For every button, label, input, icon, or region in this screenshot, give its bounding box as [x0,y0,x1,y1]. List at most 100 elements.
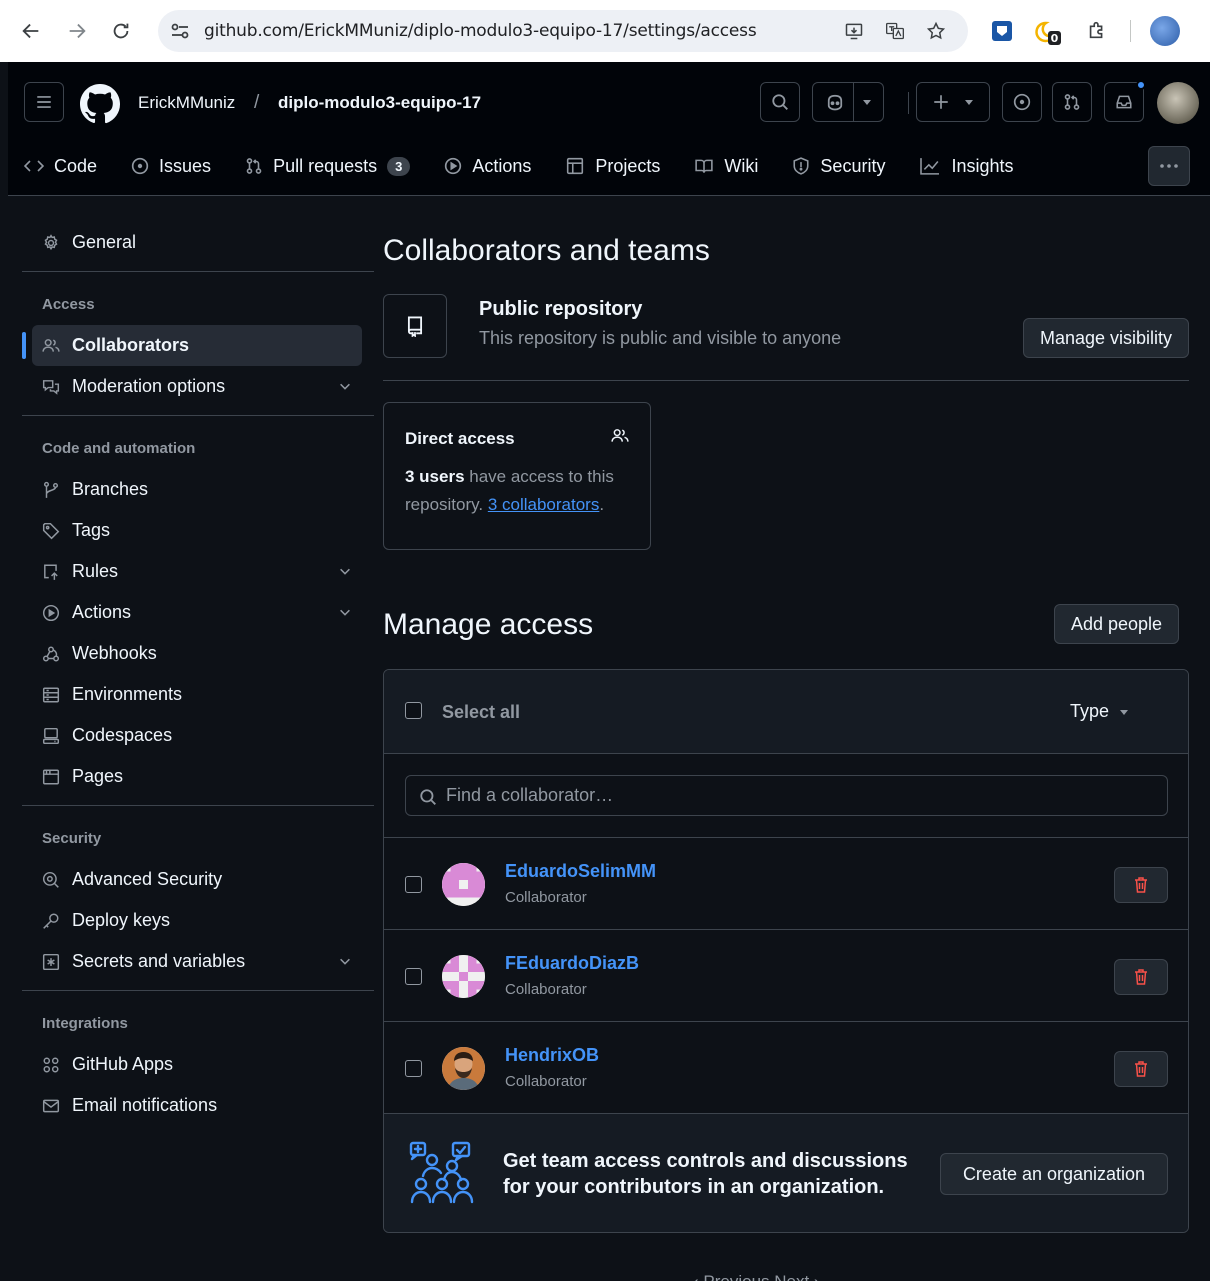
collaborator-search[interactable] [405,775,1168,816]
sidebar-item-pages[interactable]: Pages [22,756,374,797]
sidebar-item-advanced-security[interactable]: Advanced Security [22,859,374,900]
remove-collaborator-button[interactable] [1114,1051,1168,1087]
type-filter-dropdown[interactable]: Type [1070,701,1129,722]
manage-visibility-button[interactable]: Manage visibility [1023,318,1189,358]
translate-icon[interactable] [884,21,906,41]
caret-down-icon[interactable] [862,97,872,107]
tab-code[interactable]: Code [24,148,97,184]
sidebar-item-deploy-keys[interactable]: Deploy keys [22,900,374,941]
sidebar-item-collaborators[interactable]: Collaborators [22,325,362,366]
sidebar-item-moderation[interactable]: Moderation options [22,366,374,407]
github-logo-icon[interactable] [80,84,120,124]
people-icon [610,427,630,445]
tab-security[interactable]: Security [792,148,885,184]
collaborator-name-link[interactable]: EduardoSelimMM [505,861,656,882]
collaborator-name-link[interactable]: HendrixOB [505,1045,599,1066]
collaborator-avatar[interactable] [442,1047,485,1090]
path-separator: / [254,92,260,113]
back-icon[interactable] [20,20,42,42]
collaborator-checkbox[interactable] [405,876,422,893]
collaborators-link[interactable]: 3 collaborators [488,495,600,514]
repo-push-icon [44,564,58,580]
bookmark-star-icon[interactable] [926,21,946,41]
sidebar-heading-access: Access [42,296,95,313]
add-people-button[interactable]: Add people [1054,604,1179,644]
codespaces-icon [42,727,60,744]
tab-label: Insights [951,155,1014,176]
sidebar-item-label: Environments [72,684,183,704]
trash-icon [1135,1061,1147,1077]
collaborator-checkbox[interactable] [405,1060,422,1077]
organization-upsell: Get team access controls and discussions… [384,1114,1188,1232]
sidebar-item-environments[interactable]: Environments [22,674,374,715]
tab-projects[interactable]: Projects [565,148,660,184]
sidebar-divider [22,805,374,806]
tab-issues[interactable]: Issues [131,148,211,184]
sidebar-item-branches[interactable]: Branches [22,469,374,510]
sidebar-item-codespaces[interactable]: Codespaces [22,715,374,756]
github-header: ErickMMuniz / diplo-modulo3-equipo-17 Co… [8,62,1210,196]
sidebar-item-label: Codespaces [72,725,173,745]
tab-insights[interactable]: Insights [919,148,1014,184]
search-row [384,754,1188,838]
sidebar-item-webhooks[interactable]: Webhooks [22,633,374,674]
remove-collaborator-button[interactable] [1114,959,1168,995]
reload-icon[interactable] [110,20,132,42]
tab-label: Code [54,155,98,176]
sidebar-item-github-apps[interactable]: GitHub Apps [22,1044,374,1085]
tab-label: Actions [472,155,532,176]
sidebar-item-email-notifications[interactable]: Email notifications [22,1085,374,1126]
settings-sidebar: General Access Collaborators Moderation … [22,222,374,1126]
tab-actions[interactable]: Actions [444,148,531,184]
header-separator [908,92,909,114]
create-organization-button[interactable]: Create an organization [940,1153,1168,1195]
tab-pull-requests[interactable]: Pull requests 3 [245,148,411,184]
mail-icon [42,1099,60,1112]
visibility-title: Public repository [479,298,643,320]
extensions-puzzle-icon[interactable] [1086,19,1108,41]
remove-collaborator-button[interactable] [1114,867,1168,903]
pull-request-icon [246,158,262,174]
site-settings-icon[interactable] [170,22,190,40]
address-bar[interactable]: github.com/ErickMMuniz/diplo-modulo3-equ… [158,10,968,52]
pull-requests-header-button[interactable] [1052,82,1092,122]
more-tabs-button[interactable] [1148,146,1190,186]
pagination[interactable]: ‹ Previous Next › [693,1272,820,1281]
tab-label: Pull requests [273,155,378,176]
direct-access-period: . [599,495,605,514]
user-avatar[interactable] [1157,82,1199,124]
browser-profile-avatar[interactable] [1150,16,1180,46]
sidebar-item-label: Collaborators [72,335,190,355]
collaborator-avatar[interactable] [442,955,485,998]
sidebar-item-general[interactable]: General [22,222,374,263]
collaborator-checkbox[interactable] [405,968,422,985]
collaborator-avatar[interactable] [442,863,485,906]
sidebar-item-label: Tags [72,520,111,540]
install-app-icon[interactable] [844,21,864,41]
collaborator-role: Collaborator [505,1073,587,1090]
graph-icon [920,158,940,175]
sidebar-item-rules[interactable]: Rules [22,551,374,592]
collaborator-row: HendrixOB Collaborator [384,1022,1188,1114]
sidebar-item-tags[interactable]: Tags [22,510,374,551]
key-icon [43,913,59,929]
repo-icon [407,316,423,337]
search-button[interactable] [760,82,800,122]
extension-moon-icon[interactable]: 0 [1034,19,1062,47]
copilot-button[interactable] [812,82,884,122]
manage-access-title: Manage access [383,608,594,641]
sidebar-item-actions[interactable]: Actions [22,592,374,633]
select-all-checkbox[interactable] [405,702,422,719]
tab-wiki[interactable]: Wiki [694,148,758,184]
find-collaborator-input[interactable] [446,776,1146,815]
collaborator-name-link[interactable]: FEduardoDiazB [505,953,639,974]
sidebar-item-secrets[interactable]: Secrets and variables [22,941,374,982]
visibility-description: This repository is public and visible to… [479,328,842,348]
create-new-button[interactable] [916,82,990,122]
extension-shield-icon[interactable] [990,19,1014,43]
issues-header-button[interactable] [1002,82,1042,122]
forward-icon[interactable] [66,20,88,42]
repo-name-link[interactable]: diplo-modulo3-equipo-17 [278,93,481,113]
hamburger-menu-button[interactable] [24,82,64,122]
repo-owner-link[interactable]: ErickMMuniz [138,93,235,113]
